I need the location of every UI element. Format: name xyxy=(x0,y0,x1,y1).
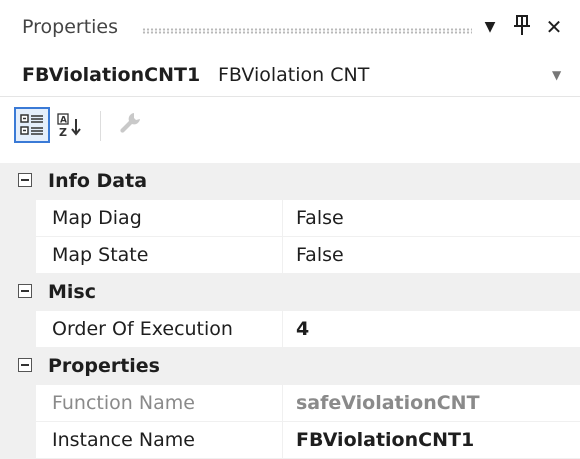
pin-icon xyxy=(514,15,530,35)
panel-titlebar: Properties ▼ ✕ xyxy=(0,0,580,56)
selected-object-type: FBViolation CNT xyxy=(218,64,370,86)
property-row-map-diag[interactable]: Map Diag False xyxy=(0,200,580,237)
alphabetical-sort-icon: A Z xyxy=(57,113,81,139)
collapse-icon[interactable] xyxy=(18,358,32,372)
svg-text:Z: Z xyxy=(59,126,67,139)
property-value[interactable]: False xyxy=(296,244,344,266)
category-label: Properties xyxy=(48,355,160,377)
panel-title: Properties xyxy=(22,16,119,38)
window-position-dropdown-icon[interactable]: ▼ xyxy=(478,14,502,40)
property-name: Map State xyxy=(52,244,149,266)
property-row-order-of-execution[interactable]: Order Of Execution 4 xyxy=(0,311,580,348)
svg-text:A: A xyxy=(60,116,67,126)
property-value: safeViolationCNT xyxy=(296,392,480,414)
property-value[interactable]: FBViolationCNT1 xyxy=(296,429,474,451)
property-name: Map Diag xyxy=(52,207,142,229)
wrench-icon xyxy=(120,113,140,133)
toolbar-separator xyxy=(100,111,101,141)
property-row-instance-name[interactable]: Instance Name FBViolationCNT1 xyxy=(0,422,580,459)
categorized-button[interactable] xyxy=(14,107,50,143)
alphabetical-button[interactable]: A Z xyxy=(54,107,90,143)
category-info-data[interactable]: Info Data xyxy=(0,163,580,200)
collapse-icon[interactable] xyxy=(18,173,32,187)
property-pages-button[interactable] xyxy=(114,107,150,143)
property-row-map-state[interactable]: Map State False xyxy=(0,237,580,274)
chevron-down-icon[interactable]: ▼ xyxy=(552,68,561,82)
category-label: Info Data xyxy=(48,170,148,192)
selected-object-name: FBViolationCNT1 xyxy=(22,64,201,86)
category-properties[interactable]: Properties xyxy=(0,348,580,385)
property-name: Instance Name xyxy=(52,429,195,451)
close-icon[interactable]: ✕ xyxy=(542,14,566,40)
collapse-icon[interactable] xyxy=(18,284,32,298)
auto-hide-pin-icon[interactable] xyxy=(510,14,534,40)
category-label: Misc xyxy=(48,281,96,303)
category-misc[interactable]: Misc xyxy=(0,274,580,311)
properties-toolbar: A Z xyxy=(0,97,580,163)
property-grid: Info Data Map Diag False Map State False… xyxy=(0,163,580,459)
property-row-function-name[interactable]: Function Name safeViolationCNT xyxy=(0,385,580,422)
property-value[interactable]: 4 xyxy=(296,318,309,340)
properties-panel: Properties ▼ ✕ FBViolationCNT1 FBViolati… xyxy=(0,0,580,459)
property-name: Order Of Execution xyxy=(52,318,233,340)
object-selector[interactable]: FBViolationCNT1 FBViolation CNT ▼ xyxy=(0,56,580,97)
categorized-icon xyxy=(20,114,43,135)
property-value[interactable]: False xyxy=(296,207,344,229)
drag-grip[interactable] xyxy=(142,28,472,34)
property-name: Function Name xyxy=(52,392,195,414)
